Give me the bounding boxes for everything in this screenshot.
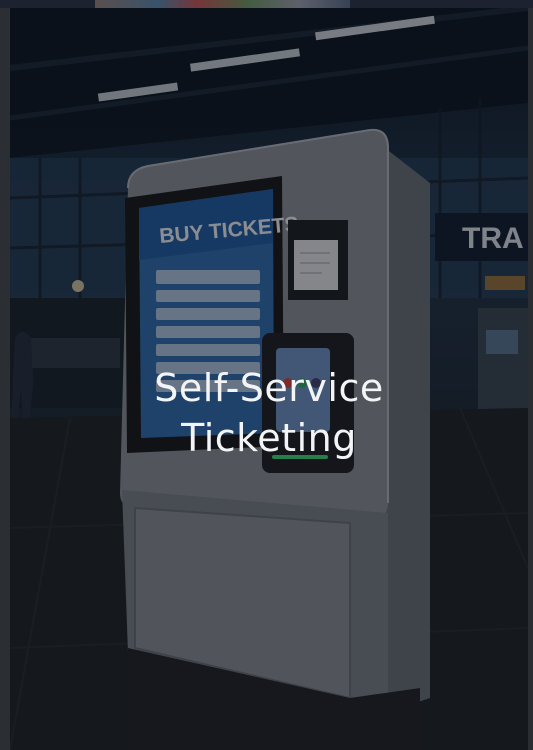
left-gutter xyxy=(0,8,10,750)
hero-card[interactable]: TRA BUY TICKETS Self-Service Ticketing xyxy=(10,8,528,750)
app-frame: TRA BUY TICKETS Self-Service Ticketing xyxy=(0,0,533,750)
previous-card-strip xyxy=(0,0,533,8)
hero-title-line1: Self-Service xyxy=(154,366,384,411)
hero-title-line2: Ticketing xyxy=(181,416,357,461)
scrollbar-track[interactable] xyxy=(528,8,533,750)
thumbnail-strip xyxy=(95,0,350,8)
hero-title: Self-Service Ticketing xyxy=(10,363,528,463)
